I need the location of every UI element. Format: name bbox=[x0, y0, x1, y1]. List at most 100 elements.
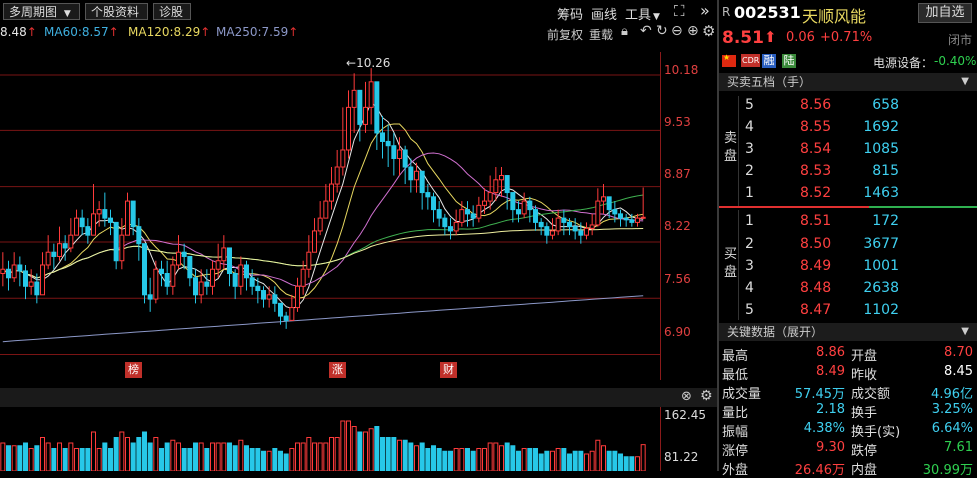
volume-bar bbox=[589, 450, 595, 471]
volume-bar bbox=[153, 437, 159, 471]
sector-name[interactable]: 电源设备： bbox=[873, 54, 933, 71]
chip-button[interactable]: 筹码 bbox=[557, 4, 583, 23]
volume-bar bbox=[68, 442, 74, 471]
candle-body bbox=[442, 217, 448, 228]
candle-body bbox=[385, 140, 391, 147]
candle-body bbox=[102, 209, 108, 219]
sell-ratio-bar bbox=[719, 206, 869, 208]
candle-body bbox=[215, 260, 221, 270]
volume-bar bbox=[136, 437, 142, 471]
add-watchlist-button[interactable]: 加自选 bbox=[918, 3, 972, 23]
candle-body bbox=[187, 255, 193, 279]
collapse-panel-button[interactable]: » bbox=[700, 1, 710, 20]
zoom-out-icon[interactable]: ⊖ bbox=[671, 23, 683, 39]
volume-bar bbox=[108, 448, 113, 471]
volume-bar bbox=[504, 442, 510, 471]
caret-down-icon: ▼ bbox=[653, 12, 660, 22]
candle-body bbox=[419, 170, 425, 194]
rotate-icon[interactable]: ↻ bbox=[656, 23, 668, 39]
volume-bar bbox=[300, 442, 306, 471]
candle-body bbox=[504, 175, 510, 194]
candle-body bbox=[402, 149, 408, 168]
event-marker-cai[interactable]: 财 bbox=[440, 362, 457, 378]
candle-body bbox=[266, 294, 272, 300]
candle-body bbox=[181, 251, 187, 257]
candle-body bbox=[351, 89, 357, 108]
close-icon[interactable]: ⊗ bbox=[681, 389, 692, 404]
orderbook-header[interactable]: 买卖五档（手） ▼ bbox=[719, 73, 977, 91]
diagnose-button[interactable]: 诊股 bbox=[153, 3, 191, 20]
volume-bar bbox=[125, 437, 130, 471]
ytick-label: 6.90 bbox=[664, 325, 691, 339]
fq-button[interactable]: 前复权 bbox=[547, 26, 583, 43]
volume-bar bbox=[635, 456, 640, 471]
ma5-legend: 8.48↑ bbox=[0, 25, 37, 39]
ma60-legend: MA60:8.57↑ bbox=[44, 25, 119, 39]
candle-body bbox=[453, 221, 459, 232]
volume-bar bbox=[244, 445, 249, 471]
volume-bar bbox=[601, 445, 606, 471]
volume-bar bbox=[306, 437, 312, 471]
undo-icon[interactable]: ↶ bbox=[640, 23, 652, 39]
volume-bar bbox=[419, 442, 425, 471]
volume-bar bbox=[538, 453, 544, 471]
volume-bar bbox=[91, 431, 96, 471]
candle-body bbox=[346, 106, 351, 151]
volume-bar bbox=[23, 442, 28, 471]
tools-dropdown[interactable]: 工具 ▼ bbox=[625, 4, 660, 23]
candle-body bbox=[487, 192, 493, 202]
stock-info-button[interactable]: 个股资料 bbox=[85, 3, 148, 20]
draw-line-button[interactable]: 画线 bbox=[591, 4, 617, 23]
reload-button[interactable]: 重载 bbox=[589, 26, 613, 43]
candle-body bbox=[278, 302, 283, 317]
candle-body bbox=[482, 200, 487, 206]
candle-body bbox=[170, 264, 176, 287]
period-dropdown[interactable]: 多周期图 ▼ bbox=[3, 3, 80, 20]
volume-bar bbox=[572, 450, 578, 471]
gear-icon[interactable]: ⚙ bbox=[700, 388, 713, 404]
candle-body bbox=[476, 204, 482, 219]
volume-bar bbox=[623, 456, 629, 471]
volume-bar bbox=[380, 437, 385, 471]
event-marker-bang[interactable]: 榜 bbox=[125, 362, 142, 378]
volume-bar bbox=[544, 450, 550, 471]
candle-body bbox=[91, 213, 96, 236]
volume-bar bbox=[181, 448, 187, 471]
volume-panel-header bbox=[0, 388, 719, 407]
candle-body bbox=[272, 294, 278, 304]
volume-bar bbox=[453, 448, 459, 471]
event-marker-zhang[interactable]: 涨 bbox=[329, 362, 346, 378]
volume-chart bbox=[0, 420, 646, 471]
market-status: 闭市 bbox=[948, 33, 973, 47]
candle-body bbox=[572, 226, 578, 232]
candle-body bbox=[45, 251, 51, 266]
chevron-down-icon: ▼ bbox=[961, 76, 969, 87]
zoom-in-icon[interactable]: ⊕ bbox=[687, 23, 699, 39]
volume-bar bbox=[113, 437, 119, 471]
candle-body bbox=[68, 234, 74, 249]
volume-bar bbox=[147, 442, 153, 471]
ytick-label: 10.18 bbox=[664, 63, 699, 77]
volume-bar bbox=[272, 448, 278, 471]
volume-bar bbox=[215, 442, 221, 471]
tools-label: 工具 bbox=[625, 8, 652, 23]
ma250-legend: MA250:7.59↑ bbox=[216, 25, 299, 39]
stock-name: 天顺风能 bbox=[802, 7, 867, 26]
candle-body bbox=[255, 285, 261, 292]
china-flag-icon: ★ bbox=[722, 53, 736, 67]
volume-bar bbox=[57, 442, 62, 471]
stock-code: 002531 bbox=[734, 3, 801, 22]
candle-body bbox=[23, 270, 28, 287]
gear-icon[interactable]: ⚙ bbox=[702, 22, 715, 40]
key-data-header[interactable]: 关键数据（展开） ▼ bbox=[719, 323, 977, 341]
buy-ratio-bar bbox=[869, 206, 977, 208]
fullscreen-icon[interactable]: ⛶ bbox=[674, 2, 685, 20]
candle-body bbox=[227, 247, 232, 275]
volume-bar bbox=[119, 431, 125, 471]
volume-bar bbox=[0, 442, 6, 471]
candle-body bbox=[40, 264, 45, 296]
volume-bar bbox=[595, 439, 601, 471]
lock-icon[interactable]: 🔒︎ bbox=[621, 24, 628, 39]
candlestick-chart[interactable] bbox=[0, 52, 660, 380]
volume-bar bbox=[170, 439, 176, 471]
